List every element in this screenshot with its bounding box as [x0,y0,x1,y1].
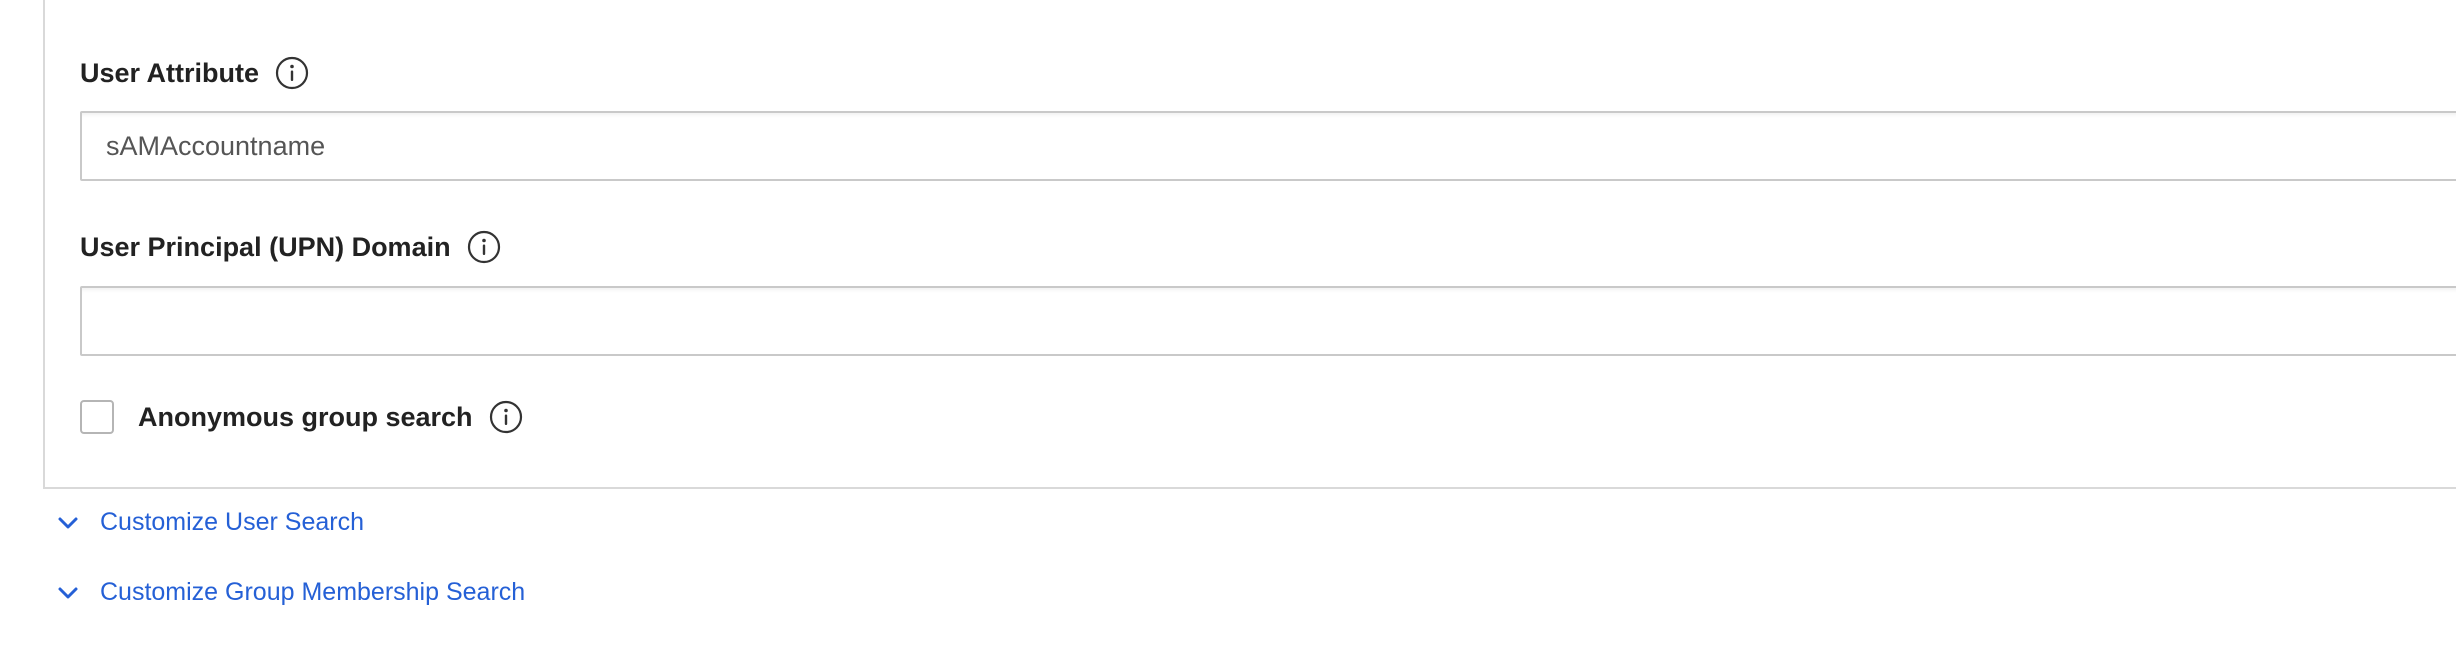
upn-domain-input[interactable] [80,286,2456,356]
user-attribute-label: User Attribute [80,57,260,88]
info-icon[interactable] [467,230,501,264]
info-icon[interactable] [275,56,309,90]
upn-domain-label-row: User Principal (UPN) Domain [80,230,501,264]
chevron-down-icon [56,581,80,605]
customize-group-membership-search-toggle[interactable]: Customize Group Membership Search [56,578,525,607]
anonymous-group-search-label[interactable]: Anonymous group search [138,402,473,433]
info-icon[interactable] [489,400,523,434]
customize-user-search-toggle[interactable]: Customize User Search [56,508,364,537]
chevron-down-icon [56,511,80,535]
user-attribute-label-row: User Attribute [80,56,309,90]
anonymous-group-search-checkbox[interactable] [80,400,114,434]
upn-domain-label: User Principal (UPN) Domain [80,231,451,262]
customize-user-search-label[interactable]: Customize User Search [100,508,364,537]
user-attribute-input[interactable] [80,111,2456,181]
customize-group-membership-search-label[interactable]: Customize Group Membership Search [100,578,525,607]
anonymous-group-search-row: Anonymous group search [80,400,523,434]
